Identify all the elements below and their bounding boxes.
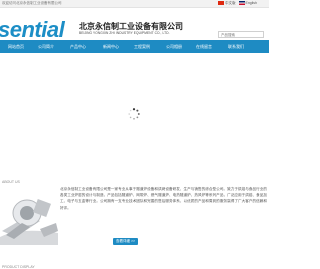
nav-item-about[interactable]: 公司简介 xyxy=(32,40,60,53)
nav-item-home[interactable]: 网站首页 xyxy=(2,40,30,53)
view-more-button[interactable]: 查看详细 >> xyxy=(113,238,138,245)
language-switch: 中文版 English xyxy=(218,1,257,6)
lang-cn-link[interactable]: 中文版 xyxy=(225,1,236,5)
welcome-text: 欢迎访问北京永信制工业设备有限公司 xyxy=(2,1,62,5)
uk-flag-icon[interactable] xyxy=(238,1,245,5)
company-name-en: BEIJING YONGXIN ZHI INDUSTRY EQUIPMENT C… xyxy=(79,31,170,35)
header: sential 北京永信制工业设备有限公司 BEIJING YONGXIN ZH… xyxy=(0,8,269,42)
lang-en-link[interactable]: English xyxy=(246,1,257,5)
about-text: 北京永信制工业设备有限公司是一家专业从事于隧道炉设备和烘烤设备研发、生产与销售的… xyxy=(60,187,267,210)
main-nav: 网站首页 公司简介 产品中心 新闻中心 工程案例 公司相册 在线留言 联系我们 xyxy=(0,40,269,53)
about-section-label: ABOUT US xyxy=(2,180,20,184)
nav-item-contact[interactable]: 联系我们 xyxy=(222,40,250,53)
nav-item-products[interactable]: 产品中心 xyxy=(64,40,92,53)
top-bar: 欢迎访问北京永信制工业设备有限公司 中文版 English xyxy=(0,0,269,8)
nav-item-album[interactable]: 公司相册 xyxy=(160,40,188,53)
search-input[interactable] xyxy=(218,31,264,38)
products-section-label: PRODUCT DISPLAY xyxy=(2,265,35,269)
nav-item-news[interactable]: 新闻中心 xyxy=(97,40,125,53)
about-image xyxy=(0,187,58,245)
nav-item-cases[interactable]: 工程案例 xyxy=(128,40,156,53)
nav-item-message[interactable]: 在线留言 xyxy=(190,40,218,53)
loading-spinner-icon xyxy=(128,108,140,120)
china-flag-icon[interactable] xyxy=(218,1,225,5)
